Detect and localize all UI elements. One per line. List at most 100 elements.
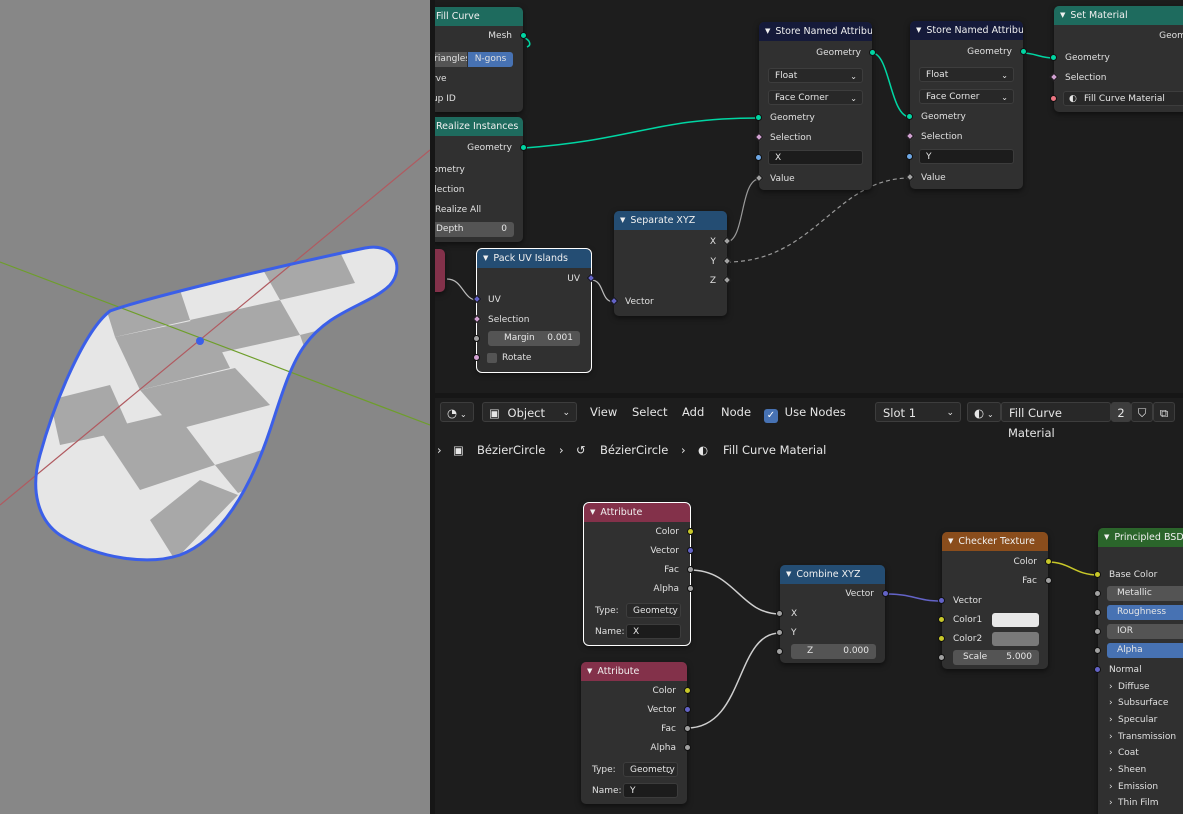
output-socket[interactable] [882, 590, 889, 597]
socket-row-color: Color [584, 523, 694, 541]
geometry-node-editor[interactable]: Fill Curve Mesh Triangles N-gons Curve G… [435, 0, 1183, 393]
input-socket[interactable] [1094, 666, 1101, 673]
input-socket[interactable] [938, 597, 945, 604]
node-set-material[interactable]: ▼Set Material Geometry Geometry Selectio… [1049, 6, 1183, 112]
socket-row-value: Value [754, 170, 872, 188]
input-socket[interactable] [1094, 571, 1101, 578]
output-socket[interactable] [687, 547, 694, 554]
attribute-name-field[interactable]: Y [919, 149, 1014, 164]
input-socket[interactable] [938, 635, 945, 642]
node-header[interactable]: ▼ Principled BSDF [1098, 528, 1183, 547]
attribute-type-dropdown[interactable]: Geometry ⌄ [626, 603, 681, 618]
scale-field[interactable]: Scale 5.000 [953, 650, 1039, 665]
node-header[interactable]: ▼ Store Named Attribute [910, 21, 1023, 40]
attribute-name-field[interactable]: X [626, 624, 681, 639]
attribute-type-dropdown[interactable]: Geometry ⌄ [623, 762, 678, 777]
output-socket[interactable] [684, 744, 691, 751]
attribute-name-field[interactable]: Y [623, 783, 678, 798]
output-socket[interactable] [684, 725, 691, 732]
domain-dropdown[interactable]: Face Corner ⌄ [768, 90, 863, 105]
input-socket[interactable] [938, 654, 945, 661]
socket-row-x: X [776, 605, 885, 623]
input-socket[interactable] [1050, 54, 1057, 61]
node-header[interactable]: ▼ Set Material [1054, 6, 1183, 25]
3d-viewport[interactable] [0, 0, 430, 814]
input-socket[interactable] [938, 616, 945, 623]
node-header[interactable]: ▼ Attribute [584, 503, 690, 522]
node-header[interactable]: Realize Instances [435, 117, 523, 136]
domain-dropdown[interactable]: Face Corner ⌄ [919, 89, 1014, 104]
alpha-field[interactable]: Alpha [1107, 643, 1183, 658]
panel-subsurface[interactable]: › Subsurface [1098, 694, 1183, 712]
material-selector[interactable]: ◐ Fill Curve Material [1063, 91, 1183, 106]
z-value-field[interactable]: Z 0.000 [791, 644, 876, 659]
panel-specular[interactable]: › Specular [1098, 711, 1183, 729]
output-socket[interactable] [520, 144, 527, 151]
rotate-checkbox[interactable] [487, 353, 497, 363]
input-socket[interactable] [1094, 590, 1101, 597]
node-header[interactable]: ▼ Pack UV Islands [477, 249, 591, 268]
node-header[interactable]: ▼ Checker Texture [942, 532, 1048, 551]
roughness-field[interactable]: Roughness [1107, 605, 1183, 620]
node-fill-curve[interactable]: Fill Curve Mesh Triangles N-gons Curve G… [435, 7, 527, 112]
node-header[interactable]: Fill Curve [435, 7, 523, 26]
output-socket[interactable] [1020, 48, 1027, 55]
input-socket[interactable] [906, 153, 913, 160]
input-socket[interactable] [776, 648, 783, 655]
node-combine-xyz[interactable]: ▼ Combine XYZ Vector X Y Z 0.000 [776, 565, 889, 663]
output-socket[interactable] [687, 528, 694, 535]
mode-ngons-button[interactable]: N-gons [468, 52, 513, 67]
panel-sheen[interactable]: › Sheen [1098, 761, 1183, 779]
ior-field[interactable]: IOR [1107, 624, 1183, 639]
material-icon: ◐ [1069, 94, 1077, 104]
node-header[interactable]: ▼ Separate XYZ [614, 211, 727, 230]
node-principled-bsdf[interactable]: ▼ Principled BSDF Base Color Metallic Rou… [1094, 528, 1183, 814]
input-socket[interactable] [776, 629, 783, 636]
input-socket[interactable] [755, 114, 762, 121]
color1-swatch[interactable] [992, 613, 1039, 627]
input-socket[interactable] [1094, 647, 1101, 654]
node-store-named-attribute-x[interactable]: ▼ Store Named Attribute Geometry Float ⌄ F… [754, 22, 876, 190]
input-socket[interactable] [473, 335, 480, 342]
node-store-named-attribute-y[interactable]: ▼ Store Named Attribute Geometry Float ⌄ F… [905, 21, 1027, 189]
output-socket[interactable] [1045, 577, 1052, 584]
panel-thin-film[interactable]: › Thin Film [1098, 794, 1183, 812]
output-socket[interactable] [687, 585, 694, 592]
color2-swatch[interactable] [992, 632, 1039, 646]
node-header[interactable]: ▼ Attribute [581, 662, 687, 681]
margin-field[interactable]: Margin 0.001 [488, 331, 580, 346]
input-socket[interactable] [1094, 609, 1101, 616]
depth-field[interactable]: Depth 0 [435, 222, 514, 237]
output-socket[interactable] [869, 49, 876, 56]
input-socket[interactable] [755, 154, 762, 161]
node-separate-xyz[interactable]: ▼ Separate XYZ X Y Z Vector [609, 211, 732, 316]
node-pack-uv-islands[interactable]: ▼ Pack UV Islands UV UV Selection Margin 0… [472, 248, 596, 373]
input-socket[interactable] [1094, 628, 1101, 635]
node-attribute-x[interactable]: ▼ Attribute Color Vector Fac Alpha Type: G… [583, 502, 694, 646]
metallic-field[interactable]: Metallic [1107, 586, 1183, 601]
node-checker-texture[interactable]: ▼ Checker Texture Color Fac Vector Color1… [938, 532, 1052, 669]
output-socket[interactable] [684, 687, 691, 694]
mode-triangles-button[interactable]: Triangles [435, 52, 467, 67]
node-fragment[interactable] [435, 249, 445, 292]
socket-row-y: Y [776, 624, 885, 642]
node-header[interactable]: ▼ Store Named Attribute [759, 22, 872, 41]
output-socket[interactable] [687, 566, 694, 573]
node-header[interactable]: ▼ Combine XYZ [780, 565, 885, 584]
input-socket[interactable] [473, 354, 480, 361]
node-realize-instances[interactable]: Realize Instances Geometry Geometry Sele… [435, 117, 527, 242]
socket-row-alpha: Alpha [1094, 642, 1183, 660]
attribute-name-field[interactable]: X [768, 150, 863, 165]
shader-editor[interactable]: ◔ ⌄ ▣ Object ⌄ View Select Add Node ✓ Use … [435, 398, 1183, 814]
input-socket[interactable] [1050, 95, 1057, 102]
node-attribute-y[interactable]: ▼ Attribute Color Vector Fac Alpha Type: G… [581, 662, 691, 804]
output-socket[interactable] [520, 32, 527, 39]
input-socket[interactable] [906, 113, 913, 120]
output-socket[interactable] [1045, 558, 1052, 565]
input-socket[interactable] [776, 610, 783, 617]
data-type-dropdown[interactable]: Float ⌄ [768, 68, 863, 83]
panel-coat[interactable]: › Coat [1098, 744, 1183, 762]
data-type-dropdown[interactable]: Float ⌄ [919, 67, 1014, 82]
chevron-right-icon: › [1109, 715, 1113, 725]
output-socket[interactable] [684, 706, 691, 713]
